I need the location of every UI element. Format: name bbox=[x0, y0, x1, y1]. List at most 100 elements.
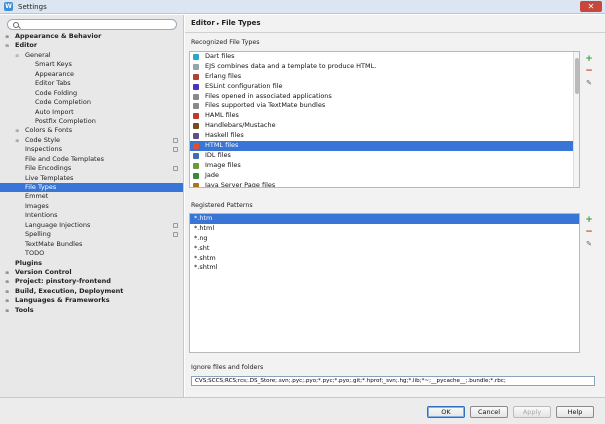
breadcrumb-parent: Editor bbox=[191, 19, 215, 27]
scrollbar-thumb[interactable] bbox=[575, 58, 579, 94]
edit-file-type-button[interactable]: ✎ bbox=[583, 77, 595, 89]
remove-file-type-button[interactable]: − bbox=[583, 65, 595, 77]
tree-item-build-execution-deployment[interactable]: ⊞ Build, Execution, Deployment bbox=[0, 286, 183, 296]
expand-icon[interactable]: ⊞ bbox=[5, 299, 9, 303]
expand-icon[interactable]: ⊞ bbox=[5, 280, 9, 284]
tree-item-todo[interactable]: TODO bbox=[0, 249, 183, 258]
recognized-list-scrollbar[interactable] bbox=[573, 52, 579, 187]
file-type-row[interactable]: HAML files bbox=[190, 111, 579, 121]
expand-icon[interactable]: ⊞ bbox=[5, 289, 9, 294]
tree-item-label: Emmet bbox=[25, 192, 49, 201]
tree-item-version-control[interactable]: ⊞ Version Control bbox=[0, 268, 183, 277]
tree-item-code-folding[interactable]: Code Folding bbox=[0, 89, 183, 98]
file-type-label: Haskell files bbox=[205, 131, 244, 140]
tree-item-appearance-behavior[interactable]: ⊞ Appearance & Behavior bbox=[0, 32, 183, 41]
file-type-row[interactable]: Files supported via TextMate bundles bbox=[190, 101, 579, 111]
expand-icon[interactable]: ⊞ bbox=[5, 308, 9, 313]
patterns-toolbar: + − ✎ bbox=[583, 214, 595, 250]
window-close-button[interactable]: ✕ bbox=[580, 1, 602, 12]
expand-icon[interactable]: ⊞ bbox=[15, 129, 19, 133]
expand-icon[interactable]: ⊞ bbox=[5, 35, 9, 39]
pattern-row[interactable]: *.ng bbox=[190, 234, 579, 244]
file-type-row[interactable]: ESLint configuration file bbox=[190, 82, 579, 92]
tree-item-label: Build, Execution, Deployment bbox=[15, 286, 124, 295]
tree-item-live-templates[interactable]: Live Templates bbox=[0, 174, 183, 183]
registered-patterns-list[interactable]: *.htm *.html *.ng *.sht *.shtm *.shtml bbox=[189, 213, 580, 353]
file-type-row[interactable]: Java Server Page files bbox=[190, 181, 579, 187]
tree-item-general[interactable]: ⊟ General bbox=[0, 51, 183, 60]
cancel-button[interactable]: Cancel bbox=[470, 406, 508, 418]
project-scope-icon bbox=[173, 147, 178, 153]
tree-item-appearance[interactable]: Appearance bbox=[0, 70, 183, 79]
collapse-icon[interactable]: ⊟ bbox=[5, 44, 9, 48]
tree-item-language-injections[interactable]: Language Injections bbox=[0, 221, 183, 230]
tree-item-label: Auto Import bbox=[35, 107, 74, 116]
file-type-row[interactable]: Files opened in associated applications bbox=[190, 92, 579, 102]
tree-item-auto-import[interactable]: Auto Import bbox=[0, 107, 183, 117]
pattern-row[interactable]: *.html bbox=[190, 224, 579, 234]
tree-item-label: Postfix Completion bbox=[35, 116, 96, 125]
apply-button[interactable]: Apply bbox=[513, 406, 551, 418]
add-pattern-button[interactable]: + bbox=[583, 214, 595, 226]
tree-item-colors-fonts[interactable]: ⊞ Colors & Fonts bbox=[0, 126, 183, 135]
file-type-row[interactable]: EJS combines data and a template to prod… bbox=[190, 62, 579, 72]
settings-tree: ⊞ Appearance & Behavior ⊟ Editor ⊟ General Sma… bbox=[0, 32, 183, 315]
remove-pattern-button[interactable]: − bbox=[583, 226, 595, 238]
tree-item-label: Images bbox=[25, 201, 49, 210]
tree-item-plugins[interactable]: Plugins bbox=[0, 259, 183, 268]
tree-item-postfix-completion[interactable]: Postfix Completion bbox=[0, 116, 183, 126]
file-type-row[interactable]: Image files bbox=[190, 161, 579, 171]
tree-item-tools[interactable]: ⊞ Tools bbox=[0, 306, 183, 315]
file-type-row[interactable]: Handlebars/Mustache bbox=[190, 121, 579, 131]
tree-item-emmet[interactable]: Emmet bbox=[0, 192, 183, 201]
tree-item-code-style[interactable]: ⊞ Code Style bbox=[0, 136, 183, 145]
recognized-file-types-label: Recognized File Types bbox=[191, 39, 260, 46]
tree-item-label: Intentions bbox=[25, 211, 58, 220]
breadcrumb: Editor ▸ File Types bbox=[191, 19, 261, 27]
collapse-icon[interactable]: ⊟ bbox=[15, 53, 19, 58]
add-file-type-button[interactable]: + bbox=[583, 53, 595, 65]
tree-item-smart-keys[interactable]: Smart Keys bbox=[0, 60, 183, 69]
ignore-files-input[interactable] bbox=[191, 376, 595, 386]
file-type-row[interactable]: Jade bbox=[190, 171, 579, 181]
tree-item-editor-tabs[interactable]: Editor Tabs bbox=[0, 79, 183, 88]
pattern-row[interactable]: *.htm bbox=[190, 214, 579, 224]
file-type-row[interactable]: Haskell files bbox=[190, 131, 579, 141]
file-type-row[interactable]: HTML files bbox=[190, 141, 579, 151]
tree-item-label: TextMate Bundles bbox=[25, 239, 83, 248]
file-type-row[interactable]: Dart files bbox=[190, 52, 579, 62]
file-type-label: ESLint configuration file bbox=[205, 81, 283, 90]
file-type-row[interactable]: Erlang files bbox=[190, 72, 579, 82]
file-type-label: HTML files bbox=[205, 141, 239, 150]
pattern-row[interactable]: *.shtml bbox=[190, 263, 579, 273]
pattern-row[interactable]: *.shtm bbox=[190, 254, 579, 264]
registered-patterns-label: Registered Patterns bbox=[191, 202, 253, 209]
tree-item-intentions[interactable]: Intentions bbox=[0, 211, 183, 220]
tree-item-inspections[interactable]: Inspections bbox=[0, 145, 183, 154]
help-button[interactable]: Help bbox=[556, 406, 594, 418]
expand-icon[interactable]: ⊞ bbox=[5, 270, 9, 275]
tree-item-file-types[interactable]: File Types bbox=[0, 183, 183, 193]
tree-item-file-encodings[interactable]: File Encodings bbox=[0, 164, 183, 173]
tree-item-textmate-bundles[interactable]: TextMate Bundles bbox=[0, 239, 183, 249]
tree-item-editor[interactable]: ⊟ Editor bbox=[0, 41, 183, 50]
file-type-label: Dart files bbox=[205, 52, 235, 60]
expand-icon[interactable]: ⊞ bbox=[15, 138, 19, 143]
file-type-row[interactable]: IDL files bbox=[190, 151, 579, 161]
settings-search-input[interactable] bbox=[22, 21, 172, 28]
tree-item-languages-frameworks[interactable]: ⊞ Languages & Frameworks bbox=[0, 296, 183, 305]
recognized-file-types-list[interactable]: Dart files EJS combines data and a templa… bbox=[189, 51, 580, 188]
pattern-row[interactable]: *.sht bbox=[190, 244, 579, 254]
eslint-icon bbox=[193, 83, 199, 90]
file-type-label: Files opened in associated applications bbox=[205, 91, 332, 100]
tree-item-project-pinstory-frontend[interactable]: ⊞ Project: pinstory-frontend bbox=[0, 277, 183, 286]
tree-item-code-completion[interactable]: Code Completion bbox=[0, 98, 183, 107]
ok-button[interactable]: OK bbox=[427, 406, 465, 418]
file-type-label: Handlebars/Mustache bbox=[205, 121, 276, 130]
tree-item-file-and-code-templates[interactable]: File and Code Templates bbox=[0, 155, 183, 164]
tree-item-spelling[interactable]: Spelling bbox=[0, 230, 183, 239]
tree-item-images[interactable]: Images bbox=[0, 201, 183, 211]
jade-icon bbox=[193, 172, 199, 179]
settings-search[interactable] bbox=[7, 19, 177, 30]
edit-pattern-button[interactable]: ✎ bbox=[583, 238, 595, 250]
